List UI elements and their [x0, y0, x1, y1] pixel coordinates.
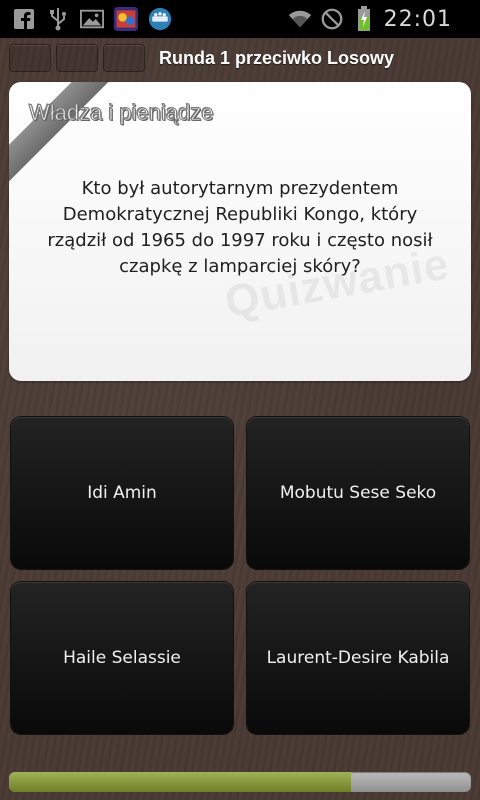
answer-button-3[interactable]: Haile Selassie	[11, 582, 233, 734]
gallery-icon	[80, 7, 104, 31]
usb-icon	[46, 7, 70, 31]
question-card: Władza i pieniądze Kto był autorytarnym …	[9, 82, 471, 381]
wifi-icon	[288, 7, 312, 31]
round-title: Runda 1 przeciwko Losowy	[158, 48, 394, 68]
answer-button-4[interactable]: Laurent-Desire Kabila	[247, 582, 469, 734]
status-bar: 22:01	[0, 0, 480, 38]
round-indicator-2	[56, 44, 98, 72]
round-header: Runda 1 przeciwko Losowy	[0, 38, 480, 80]
question-category: Władza i pieniądze	[29, 100, 215, 126]
round-indicator-3	[103, 44, 145, 72]
timer-progress-bar	[9, 772, 471, 792]
answer-button-2[interactable]: Mobutu Sese Seko	[247, 417, 469, 569]
answer-button-1[interactable]: Idi Amin	[11, 417, 233, 569]
timer-progress-fill	[9, 772, 351, 792]
quiz-app-icon	[148, 7, 172, 31]
do-not-disturb-icon	[320, 7, 344, 31]
status-clock: 22:01	[383, 6, 452, 32]
battery-charging-icon	[352, 6, 376, 31]
game-app-icon	[114, 7, 138, 31]
round-indicator-1	[9, 44, 51, 72]
facebook-icon	[12, 7, 36, 31]
